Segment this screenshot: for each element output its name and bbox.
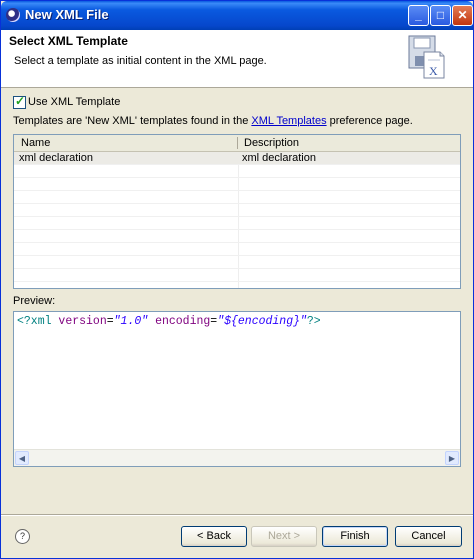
page-description: Select a template as initial content in … xyxy=(14,55,267,67)
table-row[interactable]: xml declaration xml declaration xyxy=(14,152,460,165)
row-name-cell: xml declaration xyxy=(19,152,93,164)
xml-attribute: encoding xyxy=(155,315,211,328)
next-button[interactable]: Next > xyxy=(251,526,317,547)
empty-row xyxy=(14,191,460,204)
xml-attribute: version xyxy=(58,315,107,328)
eclipse-icon xyxy=(6,8,20,22)
templates-info-suffix: preference page. xyxy=(326,115,413,127)
empty-row xyxy=(14,269,460,282)
templates-table[interactable]: Name Description xml declaration xml dec… xyxy=(13,134,461,289)
xml-tag-close: ?> xyxy=(306,315,321,328)
use-xml-template-checkbox[interactable]: ✓ xyxy=(13,94,26,109)
xml-attribute-value: "${encoding}" xyxy=(217,315,307,328)
xml-attribute-value: "1.0" xyxy=(113,315,149,328)
minimize-button[interactable]: _ xyxy=(408,5,429,26)
title-bar[interactable]: New XML File _ □ ✕ xyxy=(1,1,473,30)
scroll-right-icon[interactable]: ▶ xyxy=(445,451,459,465)
footer-separator xyxy=(1,514,473,516)
empty-row xyxy=(14,230,460,243)
scroll-left-icon[interactable]: ◀ xyxy=(15,451,29,465)
maximize-icon: □ xyxy=(436,8,445,22)
column-header-description[interactable]: Description xyxy=(244,137,299,149)
use-xml-template-label: Use XML Template xyxy=(28,96,121,108)
help-icon[interactable]: ? xyxy=(15,529,30,544)
horizontal-scrollbar[interactable]: ◀ ▶ xyxy=(14,449,460,466)
empty-row xyxy=(14,178,460,191)
xml-tag-open: <?xml xyxy=(17,315,52,328)
cancel-button[interactable]: Cancel xyxy=(395,526,462,547)
svg-text:X: X xyxy=(429,64,438,78)
close-button[interactable]: ✕ xyxy=(452,5,473,26)
empty-row xyxy=(14,165,460,178)
maximize-button[interactable]: □ xyxy=(430,5,451,26)
empty-row xyxy=(14,217,460,230)
empty-row xyxy=(14,243,460,256)
preview-label: Preview: xyxy=(13,295,56,307)
templates-info-prefix: Templates are 'New XML' templates found … xyxy=(13,115,252,127)
back-button[interactable]: < Back xyxy=(181,526,247,547)
templates-info: Templates are 'New XML' templates found … xyxy=(13,115,413,127)
preview-content: <?xml version="1.0" encoding="${encoding… xyxy=(17,315,321,328)
page-title: Select XML Template xyxy=(9,34,128,48)
empty-row xyxy=(14,204,460,217)
xml-templates-link[interactable]: XML Templates xyxy=(251,115,326,127)
table-rows: xml declaration xml declaration xyxy=(14,152,460,282)
wizard-header: Select XML Template Select a template as… xyxy=(1,30,473,88)
close-icon: ✕ xyxy=(457,8,468,22)
finish-button[interactable]: Finish xyxy=(322,526,388,547)
row-description-cell: xml declaration xyxy=(242,152,316,164)
window-title: New XML File xyxy=(25,7,109,22)
new-xml-file-wizard-icon: X xyxy=(408,35,445,79)
new-xml-file-dialog: New XML File _ □ ✕ Select XML Template S… xyxy=(0,0,474,559)
checkmark-icon: ✓ xyxy=(15,94,26,108)
column-divider[interactable] xyxy=(237,137,238,149)
preview-text-area[interactable]: <?xml version="1.0" encoding="${encoding… xyxy=(13,311,461,467)
column-header-name[interactable]: Name xyxy=(21,137,50,149)
table-header: Name Description xyxy=(14,135,460,152)
empty-row xyxy=(14,256,460,269)
minimize-icon: _ xyxy=(415,8,422,22)
